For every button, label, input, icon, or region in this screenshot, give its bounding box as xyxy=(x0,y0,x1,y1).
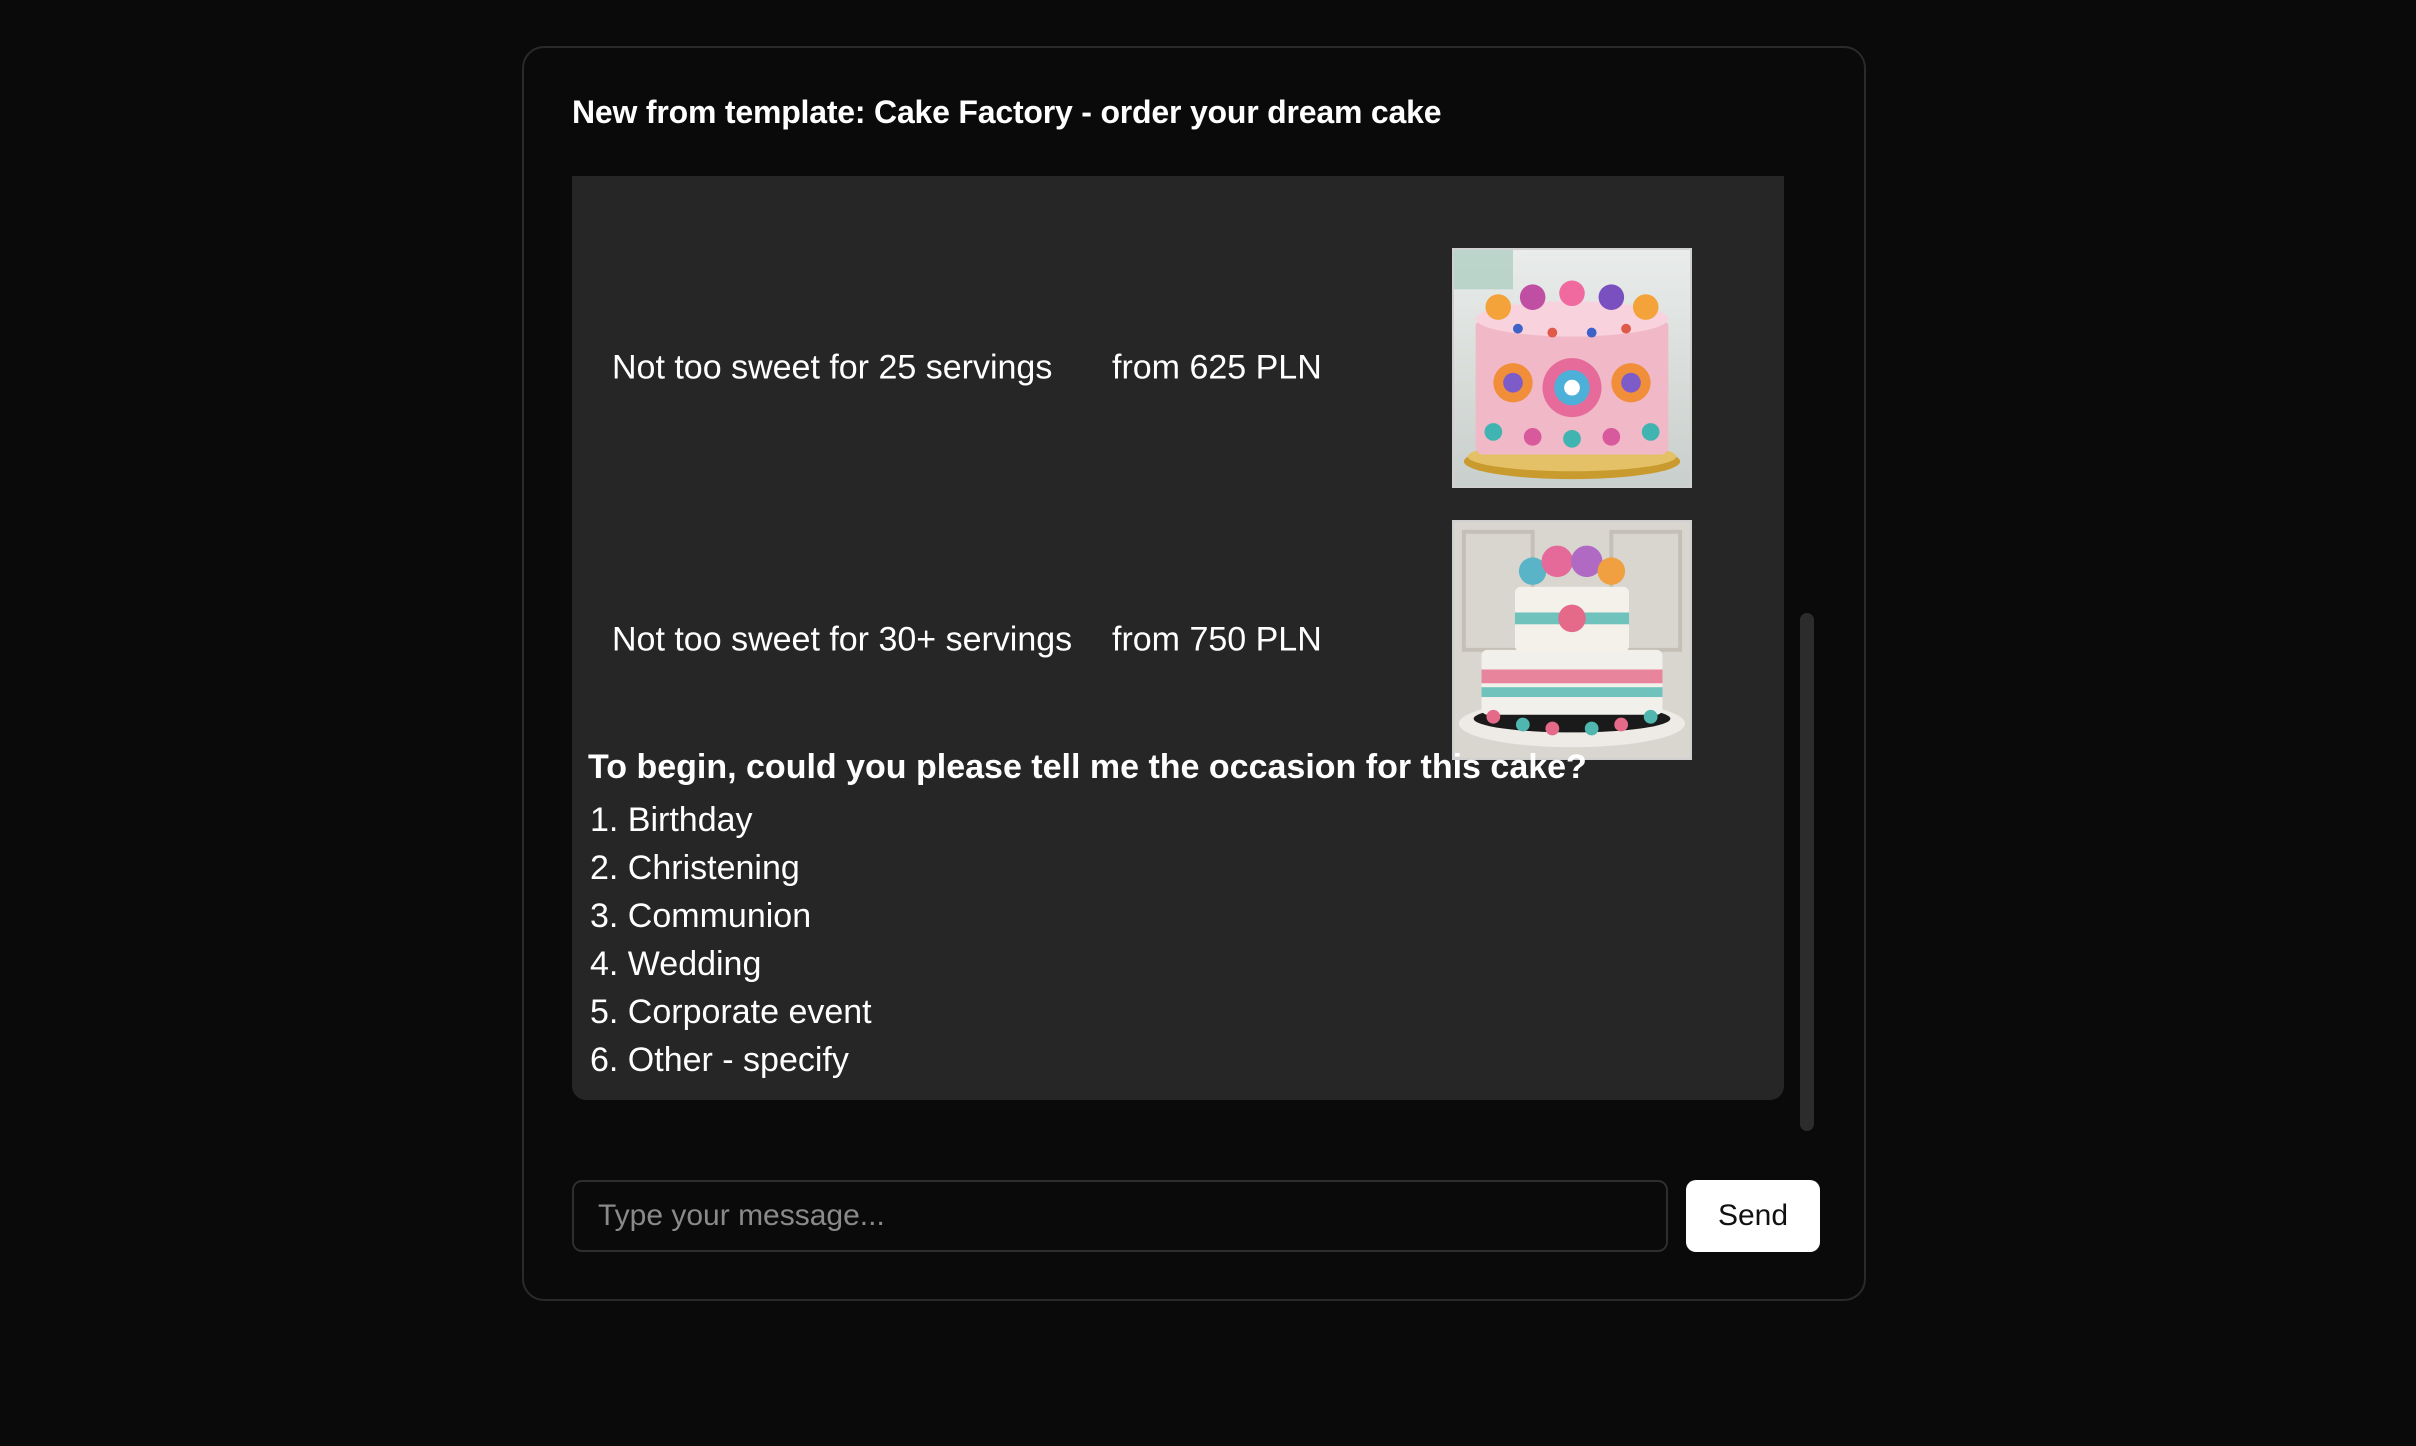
cake-image xyxy=(1452,248,1692,488)
send-button[interactable]: Send xyxy=(1686,1180,1820,1252)
cake-option-row: Not too sweet for 25 servings from 625 P… xyxy=(572,248,1784,488)
chat-card: New from template: Cake Factory - order … xyxy=(522,46,1866,1301)
cake-name: Not too sweet for 30+ servings xyxy=(612,620,1073,659)
occasion-options-list: 1. Birthday 2. Christening 3. Communion … xyxy=(590,796,872,1084)
cake-price: from 750 PLN xyxy=(1112,620,1322,659)
list-item: 2. Christening xyxy=(590,849,800,887)
list-item: 4. Wedding xyxy=(590,945,762,983)
chat-messages: Not too sweet for 25 servings from 625 P… xyxy=(572,176,1784,1100)
cake-image xyxy=(1452,520,1692,760)
single-tier-cake-image xyxy=(1454,250,1690,486)
page-title: New from template: Cake Factory - order … xyxy=(572,94,1442,130)
message-input[interactable] xyxy=(572,1180,1668,1252)
cake-option-row: Not too sweet for 30+ servings from 750 … xyxy=(572,520,1784,760)
message-composer: Send xyxy=(572,1180,1822,1252)
cake-name: Not too sweet for 25 servings xyxy=(612,348,1053,387)
list-item: 6. Other - specify xyxy=(590,1041,849,1079)
list-item: 5. Corporate event xyxy=(590,993,872,1031)
chat-scrollbar[interactable] xyxy=(1800,613,1814,1131)
list-item: 1. Birthday xyxy=(590,801,753,839)
cake-price: from 625 PLN xyxy=(1112,348,1322,387)
two-tier-cake-image xyxy=(1454,522,1690,758)
list-item: 3. Communion xyxy=(590,897,812,935)
occasion-question: To begin, could you please tell me the o… xyxy=(588,748,1587,786)
